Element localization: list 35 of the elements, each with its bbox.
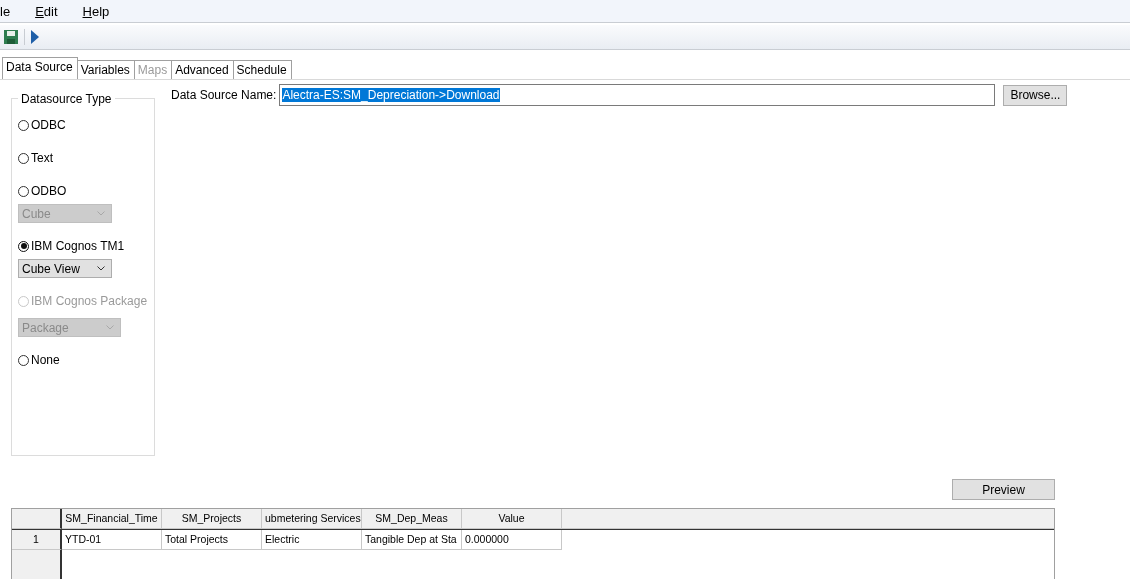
table-cell: Tangible Dep at Sta (362, 530, 462, 550)
column-header[interactable]: SM_Dep_Meas (362, 509, 462, 529)
radio-option[interactable]: ODBO (18, 184, 154, 198)
row-header-area (12, 550, 62, 579)
radio-option[interactable]: ODBC (18, 118, 154, 132)
menu-item[interactable]: Edit (35, 3, 65, 19)
table-cell: YTD-01 (62, 530, 162, 550)
field-label: Data Source Name: (171, 88, 277, 102)
input-field[interactable]: Alectra-ES:SM_Depreciation->Download (279, 84, 996, 106)
tab[interactable]: Data Source (2, 57, 78, 79)
browse-button[interactable]: Browse... (1003, 84, 1068, 106)
column-header[interactable]: SM_Financial_Time (62, 509, 162, 529)
tab[interactable]: Variables (77, 60, 135, 79)
chevron-icon (106, 325, 114, 330)
dropdown[interactable]: Cube View (18, 259, 112, 278)
row-header: 1 (12, 530, 62, 550)
preview-button[interactable]: Preview (952, 479, 1055, 500)
column-header[interactable]: Value (462, 509, 562, 529)
menu-item[interactable]: le (0, 3, 18, 19)
tab[interactable]: Schedule (233, 60, 292, 79)
table-cell: Total Projects (162, 530, 262, 550)
chevron-icon (97, 266, 105, 271)
menu-item[interactable]: Help (82, 3, 117, 19)
radio-option[interactable]: Text (18, 151, 154, 165)
column-header[interactable]: SM_Projects (162, 509, 262, 529)
tab[interactable]: Advanced (172, 60, 234, 79)
radio-option[interactable]: None (18, 353, 154, 367)
table-cell: 0.000000 (462, 530, 562, 550)
play-icon[interactable] (31, 30, 39, 44)
table-cell: Electric (262, 530, 362, 550)
group-title: Datasource Type (18, 92, 115, 106)
chevron-icon (97, 211, 105, 216)
column-header[interactable]: ubmetering Services (262, 509, 362, 529)
radio-option[interactable]: IBM Cognos TM1 (18, 239, 154, 253)
save-icon[interactable] (4, 30, 18, 44)
